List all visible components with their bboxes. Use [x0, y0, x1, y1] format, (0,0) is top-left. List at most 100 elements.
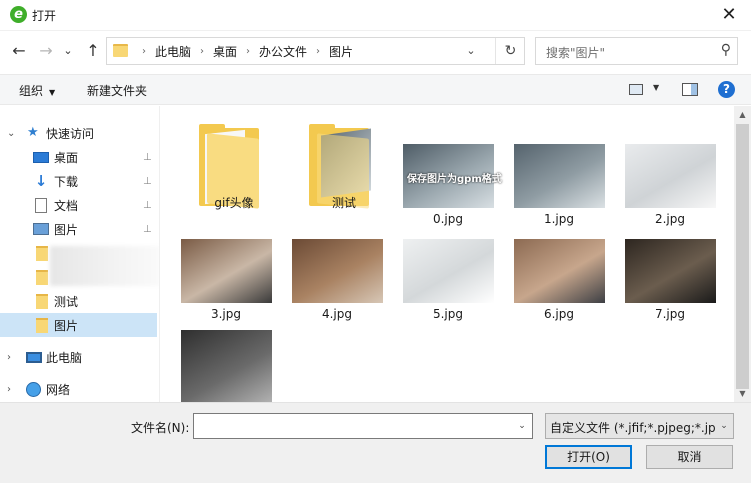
view-options-caret-icon[interactable]: ▼: [653, 83, 659, 92]
file-name: 1.jpg: [543, 212, 575, 226]
network-icon: [26, 381, 41, 397]
file-item-1-jpg[interactable]: 1.jpg: [504, 136, 605, 232]
file-name: gif头像: [214, 196, 254, 210]
sidebar-item-label: 文档: [54, 198, 79, 213]
file-item-6-jpg[interactable]: 6.jpg: [504, 231, 605, 327]
image-thumbnail: [181, 239, 272, 303]
folder-icon: [36, 317, 48, 333]
search-input[interactable]: 搜索"图片": [546, 44, 605, 61]
scroll-up-arrow-icon[interactable]: ▲: [734, 106, 751, 123]
desktop-icon: [33, 152, 49, 163]
address-bar[interactable]: › 此电脑 › 桌面 › 办公文件 › 图片 ⌄ ↻: [106, 37, 525, 65]
sidebar-item-network[interactable]: › 网络: [0, 377, 157, 401]
expanded-chevron-icon[interactable]: ⌄: [7, 128, 15, 139]
window-title: 打开: [32, 9, 57, 23]
folder-icon: [113, 44, 128, 57]
breadcrumb-pictures[interactable]: 图片: [329, 43, 353, 60]
preview-pane-icon[interactable]: [682, 83, 698, 96]
file-item-4-jpg[interactable]: 4.jpg: [282, 231, 383, 327]
back-button[interactable]: ←: [9, 39, 29, 63]
vertical-scrollbar[interactable]: ▲ ▼: [734, 106, 751, 402]
search-icon[interactable]: ⚲: [721, 42, 731, 58]
search-box[interactable]: 搜索"图片" ⚲: [535, 37, 738, 65]
refresh-button[interactable]: ↻: [495, 38, 525, 64]
address-dropdown-button[interactable]: ⌄: [460, 38, 482, 64]
breadcrumb-separator[interactable]: ›: [200, 46, 204, 57]
pin-icon: ⊥: [143, 199, 152, 211]
chevron-down-icon[interactable]: ⌄: [715, 414, 733, 438]
breadcrumb-separator[interactable]: ›: [246, 46, 250, 57]
filename-field[interactable]: ⌄: [193, 413, 533, 439]
sidebar-item-label: 图片: [54, 222, 79, 237]
file-item-portrait-image[interactable]: [171, 322, 272, 402]
pin-icon: ⊥: [143, 223, 152, 235]
file-item-0-jpg[interactable]: 保存图片为gpm格式 0.jpg: [393, 136, 502, 232]
browser-app-icon: e: [10, 6, 27, 23]
pin-icon: ⊥: [143, 151, 152, 163]
file-name: 5.jpg: [432, 307, 464, 321]
image-thumbnail: [625, 239, 716, 303]
breadcrumb-office-files[interactable]: 办公文件: [259, 43, 307, 60]
file-name: 4.jpg: [321, 307, 353, 321]
file-item-gif-folder[interactable]: gif头像: [179, 118, 279, 214]
help-icon[interactable]: ?: [718, 81, 735, 98]
cancel-button[interactable]: 取消: [646, 445, 733, 469]
recent-locations-button[interactable]: ⌄: [58, 39, 78, 63]
image-thumbnail: [514, 239, 605, 303]
expand-chevron-icon[interactable]: ›: [7, 384, 11, 395]
title-bar: e 打开 ✕: [0, 0, 751, 31]
document-icon: [35, 197, 47, 213]
breadcrumb-desktop[interactable]: 桌面: [213, 43, 237, 60]
download-icon: ↓: [34, 172, 48, 190]
file-item-5-jpg[interactable]: 5.jpg: [393, 231, 494, 327]
image-thumbnail: [403, 239, 494, 303]
up-button[interactable]: ↑: [83, 39, 103, 63]
star-icon: ★: [27, 125, 39, 140]
sidebar-item-quick-access[interactable]: ⌄ ★ 快速访问: [0, 121, 157, 145]
breadcrumb-this-pc[interactable]: 此电脑: [155, 43, 191, 60]
image-thumbnail: [514, 144, 605, 208]
sidebar-item-downloads[interactable]: ↓ 下载 ⊥: [0, 169, 157, 193]
scroll-down-arrow-icon[interactable]: ▼: [734, 385, 751, 402]
open-button[interactable]: 打开(O): [545, 445, 632, 469]
expand-chevron-icon[interactable]: ›: [7, 352, 11, 363]
navigation-pane[interactable]: ⌄ ★ 快速访问 桌面 ⊥ ↓ 下载 ⊥ 文档 ⊥ 图片 ⊥ 测试 图片 › 此…: [0, 106, 160, 402]
sidebar-item-documents[interactable]: 文档 ⊥: [0, 193, 157, 217]
file-item-2-jpg[interactable]: 2.jpg: [615, 136, 716, 232]
chevron-down-icon[interactable]: ⌄: [512, 414, 532, 438]
sidebar-item-this-pc[interactable]: › 此电脑: [0, 345, 157, 369]
image-thumbnail: 保存图片为gpm格式: [403, 144, 502, 208]
close-button[interactable]: ✕: [707, 0, 751, 30]
view-mode-icon[interactable]: [629, 84, 643, 95]
dialog-footer: 文件名(N): ⌄ 自定义文件 (*.jfif;*.pjpeg;*.jpeg;*…: [0, 402, 751, 483]
file-item-3-jpg[interactable]: 3.jpg: [171, 231, 272, 327]
file-item-7-jpg[interactable]: 7.jpg: [615, 231, 716, 327]
sidebar-item-label: 桌面: [54, 150, 79, 165]
file-type-select[interactable]: 自定义文件 (*.jfif;*.pjpeg;*.jpeg;*.pjp;*.jpg…: [545, 413, 734, 439]
sidebar-item-pictures-folder[interactable]: 图片: [0, 313, 157, 337]
new-folder-button[interactable]: 新建文件夹: [87, 82, 147, 99]
command-toolbar: 组织 ▼ 新建文件夹 ▼ ?: [0, 74, 751, 105]
sidebar-item-label: 网络: [46, 382, 71, 397]
image-thumbnail: [181, 330, 272, 402]
sidebar-item-desktop[interactable]: 桌面 ⊥: [0, 145, 157, 169]
navigation-bar: ← → ⌄ ↑ › 此电脑 › 桌面 › 办公文件 › 图片 ⌄ ↻ 搜索"图片…: [0, 31, 751, 71]
scrollbar-thumb[interactable]: [736, 124, 749, 389]
folder-icon: [36, 269, 48, 285]
computer-icon: [26, 351, 42, 363]
image-thumbnail: [292, 239, 383, 303]
forward-button[interactable]: →: [36, 39, 56, 63]
sidebar-item-test[interactable]: 测试: [0, 289, 157, 313]
file-name: 0.jpg: [432, 212, 464, 226]
breadcrumb-separator[interactable]: ›: [316, 46, 320, 57]
sidebar-item-label: 测试: [54, 294, 79, 309]
caret-down-icon: ▼: [49, 88, 56, 97]
folder-icon: [36, 245, 48, 261]
breadcrumb-separator: ›: [142, 45, 146, 57]
file-list[interactable]: gif头像 测试 保存图片为gpm格式 0.jpg 1.jpg 2.jpg 3.…: [161, 106, 734, 402]
sidebar-item-pictures[interactable]: 图片 ⊥: [0, 217, 157, 241]
breadcrumb: › 此电脑 › 桌面 › 办公文件 › 图片: [133, 38, 353, 64]
organize-button[interactable]: 组织 ▼: [19, 82, 55, 99]
filename-label: 文件名(N):: [131, 421, 190, 435]
file-item-test-folder[interactable]: 测试: [289, 118, 389, 214]
